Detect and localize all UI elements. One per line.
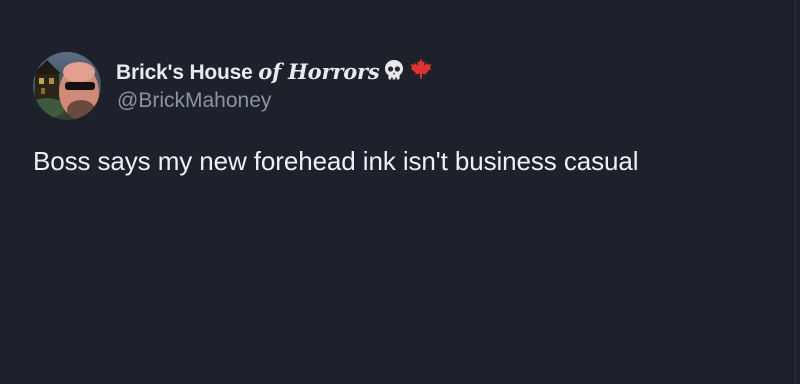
maple-leaf-icon [408, 57, 434, 88]
display-name-plain: Brick's House [116, 61, 259, 84]
name-row: Brick's House of Horrors [116, 55, 434, 89]
display-name[interactable]: Brick's House of Horrors [116, 59, 380, 85]
skull-icon [382, 58, 406, 87]
user-handle[interactable]: @BrickMahoney [117, 89, 271, 113]
avatar[interactable] [33, 52, 101, 120]
display-name-gothic: of Horrors [258, 59, 380, 84]
tweet-text: Boss says my new forehead ink isn't busi… [33, 146, 639, 176]
tweet-card: Brick's House of Horrors @BrickMahoney B… [0, 0, 800, 384]
divider [795, 0, 796, 384]
